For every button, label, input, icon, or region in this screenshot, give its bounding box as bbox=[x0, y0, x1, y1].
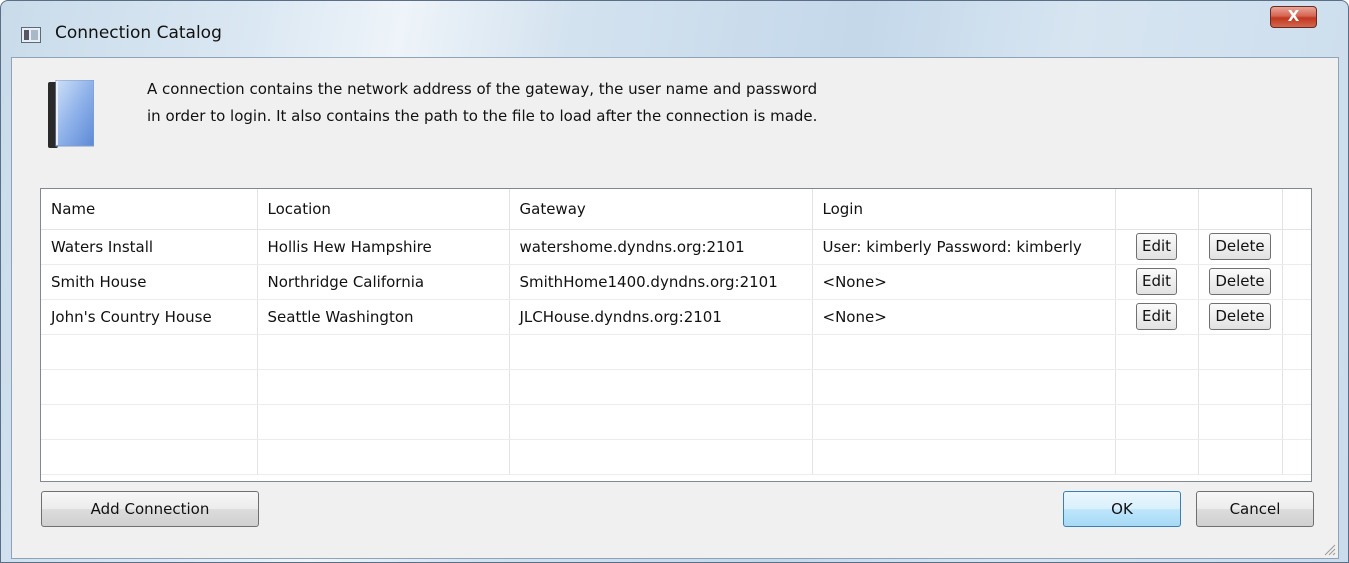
column-header-delete[interactable] bbox=[1198, 189, 1283, 230]
cell-name: John's Country House bbox=[41, 299, 258, 335]
cell-filler bbox=[1282, 299, 1311, 335]
cell-login: <None> bbox=[812, 264, 1116, 300]
add-connection-button[interactable]: Add Connection bbox=[41, 491, 259, 527]
cell-location: Seattle Washington bbox=[257, 299, 510, 335]
connections-table: Name Location Gateway Login Waters Insta… bbox=[40, 188, 1312, 482]
delete-button[interactable]: Delete bbox=[1209, 233, 1271, 260]
delete-button[interactable]: Delete bbox=[1209, 303, 1271, 330]
resize-grip-icon[interactable] bbox=[1322, 542, 1336, 556]
table-row[interactable]: Smith House Northridge California SmithH… bbox=[41, 264, 1311, 300]
cell-filler bbox=[1282, 229, 1311, 265]
column-header-location[interactable]: Location bbox=[257, 189, 510, 230]
cell-login: <None> bbox=[812, 299, 1116, 335]
table-row[interactable]: John's Country House Seattle Washington … bbox=[41, 299, 1311, 335]
edit-button[interactable]: Edit bbox=[1135, 303, 1178, 330]
close-button[interactable]: X bbox=[1270, 6, 1317, 28]
empty-row bbox=[41, 404, 1311, 440]
cell-filler bbox=[1282, 264, 1311, 300]
book-icon bbox=[48, 80, 94, 148]
cancel-button[interactable]: Cancel bbox=[1196, 491, 1314, 527]
column-header-gateway[interactable]: Gateway bbox=[509, 189, 813, 230]
dialog-body: A connection contains the network addres… bbox=[11, 57, 1339, 559]
cell-location: Northridge California bbox=[257, 264, 510, 300]
empty-row bbox=[41, 369, 1311, 405]
cell-delete: Delete bbox=[1198, 229, 1283, 265]
empty-row bbox=[41, 334, 1311, 370]
column-header-login[interactable]: Login bbox=[812, 189, 1116, 230]
table-header-row: Name Location Gateway Login bbox=[41, 189, 1311, 230]
delete-button[interactable]: Delete bbox=[1209, 268, 1271, 295]
empty-row bbox=[41, 439, 1311, 475]
window-title: Connection Catalog bbox=[55, 23, 222, 43]
edit-button[interactable]: Edit bbox=[1135, 233, 1178, 260]
cell-login: User: kimberly Password: kimberly bbox=[812, 229, 1116, 265]
cell-delete: Delete bbox=[1198, 264, 1283, 300]
cell-name: Smith House bbox=[41, 264, 258, 300]
column-header-filler bbox=[1282, 189, 1311, 230]
cell-gateway: watershome.dyndns.org:2101 bbox=[509, 229, 813, 265]
cell-edit: Edit bbox=[1115, 229, 1199, 265]
table-row[interactable]: Waters Install Hollis Hew Hampshire wate… bbox=[41, 229, 1311, 265]
ok-button[interactable]: OK bbox=[1063, 491, 1181, 527]
cell-delete: Delete bbox=[1198, 299, 1283, 335]
column-header-name[interactable]: Name bbox=[41, 189, 258, 230]
description-text: A connection contains the network addres… bbox=[147, 80, 818, 125]
column-header-edit[interactable] bbox=[1115, 189, 1199, 230]
cell-edit: Edit bbox=[1115, 299, 1199, 335]
cell-name: Waters Install bbox=[41, 229, 258, 265]
edit-button[interactable]: Edit bbox=[1135, 268, 1178, 295]
cell-location: Hollis Hew Hampshire bbox=[257, 229, 510, 265]
cell-edit: Edit bbox=[1115, 264, 1199, 300]
cell-gateway: SmithHome1400.dyndns.org:2101 bbox=[509, 264, 813, 300]
cell-gateway: JLCHouse.dyndns.org:2101 bbox=[509, 299, 813, 335]
window-app-icon bbox=[21, 27, 41, 43]
dialog-window: Connection Catalog X A connection contai… bbox=[0, 0, 1349, 563]
